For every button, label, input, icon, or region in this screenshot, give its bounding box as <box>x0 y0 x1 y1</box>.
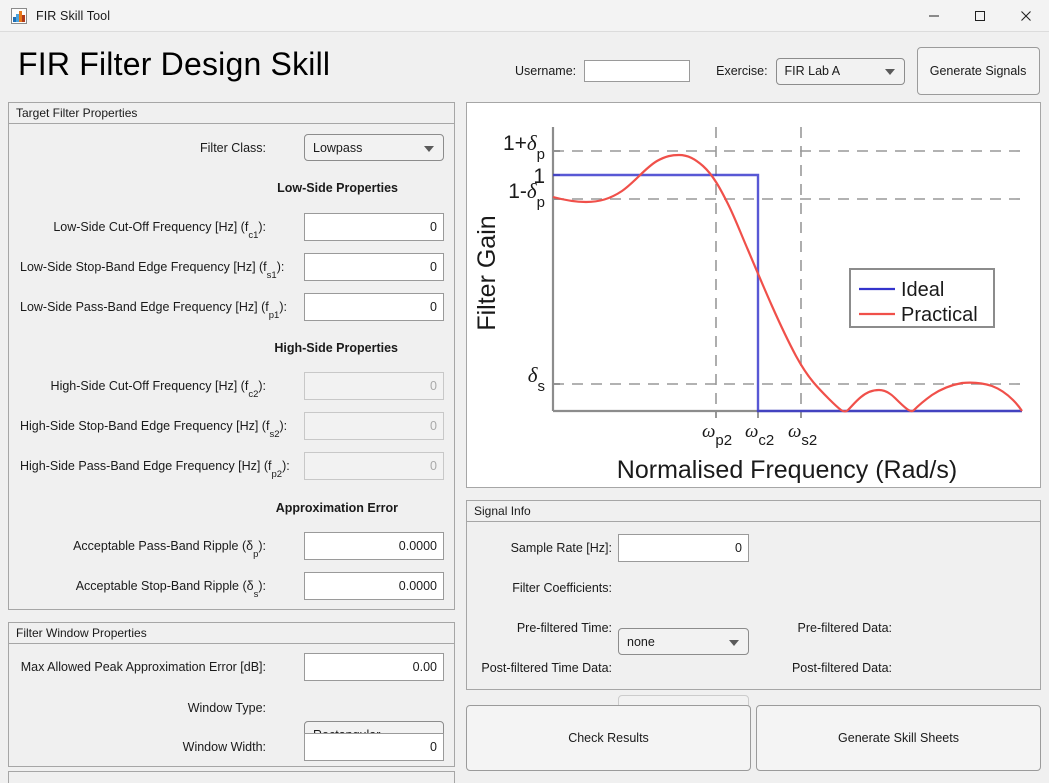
page-title: FIR Filter Design Skill <box>18 46 330 83</box>
max-approx-error-input[interactable] <box>304 653 444 681</box>
filter-window-panel-title: Filter Window Properties <box>9 623 454 644</box>
stopband-ripple-input[interactable] <box>304 572 444 600</box>
max-approx-error-label: Max Allowed Peak Approximation Error [dB… <box>20 660 266 674</box>
high-side-cutoff-label: High-Side Cut-Off Frequency [Hz] (fc2): <box>20 379 266 393</box>
xtick-wp2: ωp2 <box>702 421 732 449</box>
filter-class-value: Lowpass <box>313 141 362 155</box>
sample-rate-label: Sample Rate [Hz]: <box>486 541 612 555</box>
maximize-button[interactable] <box>957 0 1003 31</box>
high-side-stopband-label: High-Side Stop-Band Edge Frequency [Hz] … <box>20 419 266 433</box>
postfiltered-time-label: Post-filtered Time Data: <box>466 661 612 675</box>
username-label: Username: <box>515 64 576 78</box>
low-side-passband-input[interactable] <box>304 293 444 321</box>
low-side-cutoff-input[interactable] <box>304 213 444 241</box>
filter-coefficients-value: none <box>627 635 655 649</box>
chevron-down-icon <box>885 69 895 75</box>
username-input[interactable] <box>584 60 690 82</box>
x-axis-label: Normalised Frequency (Rad/s) <box>617 456 957 484</box>
filter-response-svg: 1+δp 1 1-δp δs Filter Gain ωp2 ωc2 <box>467 103 1040 487</box>
chevron-down-icon <box>729 640 739 646</box>
passband-ripple-label: Acceptable Pass-Band Ripple (δp): <box>20 539 266 553</box>
high-side-passband-input[interactable] <box>304 452 444 480</box>
exercise-dropdown[interactable]: FIR Lab A <box>776 58 905 85</box>
y-tick-labels: 1+δp 1 1-δp δs <box>503 131 545 395</box>
generate-skill-sheets-button[interactable]: Generate Skill Sheets <box>756 705 1041 771</box>
app-window: FIR Skill Tool FIR Filter Design Skill U… <box>0 0 1049 783</box>
postfiltered-data-label: Post-filtered Data: <box>760 661 892 675</box>
horizontal-reference-lines <box>553 151 1022 384</box>
exercise-dropdown-value: FIR Lab A <box>785 64 841 78</box>
low-side-properties-heading: Low-Side Properties <box>140 181 398 195</box>
approximation-error-heading: Approximation Error <box>140 501 398 515</box>
low-side-passband-label: Low-Side Pass-Band Edge Frequency [Hz] (… <box>20 300 266 314</box>
title-bar: FIR Skill Tool <box>0 0 1049 32</box>
legend-label-ideal: Ideal <box>901 279 944 301</box>
signal-info-panel-title: Signal Info <box>467 501 1040 522</box>
y-axis-label: Filter Gain <box>473 215 501 330</box>
target-filter-panel-title: Target Filter Properties <box>9 103 454 124</box>
low-side-stopband-input[interactable] <box>304 253 444 281</box>
filter-response-plot: 1+δp 1 1-δp δs Filter Gain ωp2 ωc2 <box>466 102 1041 488</box>
window-type-label: Window Type: <box>20 701 266 715</box>
close-button[interactable] <box>1003 0 1049 31</box>
header-controls: Username: Exercise: FIR Lab A Generate S… <box>515 57 1040 85</box>
stopband-ripple-label: Acceptable Stop-Band Ripple (δs): <box>20 579 266 593</box>
filter-class-label: Filter Class: <box>100 141 266 155</box>
check-results-button[interactable]: Check Results <box>466 705 751 771</box>
x-tick-labels: ωp2 ωc2 ωs2 <box>702 421 817 449</box>
high-side-stopband-input[interactable] <box>304 412 444 440</box>
exercise-label: Exercise: <box>716 64 767 78</box>
low-side-cutoff-label: Low-Side Cut-Off Frequency [Hz] (fc1): <box>20 220 266 234</box>
high-side-properties-heading: High-Side Properties <box>140 341 398 355</box>
matlab-membrane-icon <box>11 8 27 24</box>
high-side-cutoff-input[interactable] <box>304 372 444 400</box>
ytick-ds: δs <box>528 363 545 395</box>
prefiltered-time-label: Pre-filtered Time: <box>476 621 612 635</box>
minimize-button[interactable] <box>911 0 957 31</box>
low-side-stopband-label: Low-Side Stop-Band Edge Frequency [Hz] (… <box>20 260 266 274</box>
window-title: FIR Skill Tool <box>36 9 110 23</box>
xtick-wc2: ωc2 <box>745 421 774 449</box>
ytick-1-plus-dp: 1+δp <box>503 131 545 163</box>
plot-legend: Ideal Practical <box>850 269 994 327</box>
window-width-label: Window Width: <box>20 740 266 754</box>
clipped-bottom-panel <box>8 771 455 783</box>
legend-label-practical: Practical <box>901 304 978 326</box>
sample-rate-input[interactable] <box>618 534 749 562</box>
window-width-input[interactable] <box>304 733 444 761</box>
filter-coefficients-dropdown[interactable]: none <box>618 628 749 655</box>
filter-class-dropdown[interactable]: Lowpass <box>304 134 444 161</box>
prefiltered-data-label: Pre-filtered Data: <box>760 621 892 635</box>
high-side-passband-label: High-Side Pass-Band Edge Frequency [Hz] … <box>20 459 266 473</box>
chevron-down-icon <box>424 146 434 152</box>
xtick-ws2: ωs2 <box>788 421 817 449</box>
generate-signals-button[interactable]: Generate Signals <box>917 47 1040 95</box>
passband-ripple-input[interactable] <box>304 532 444 560</box>
window-controls <box>911 0 1049 31</box>
filter-coefficients-label: Filter Coefficients: <box>476 581 612 595</box>
